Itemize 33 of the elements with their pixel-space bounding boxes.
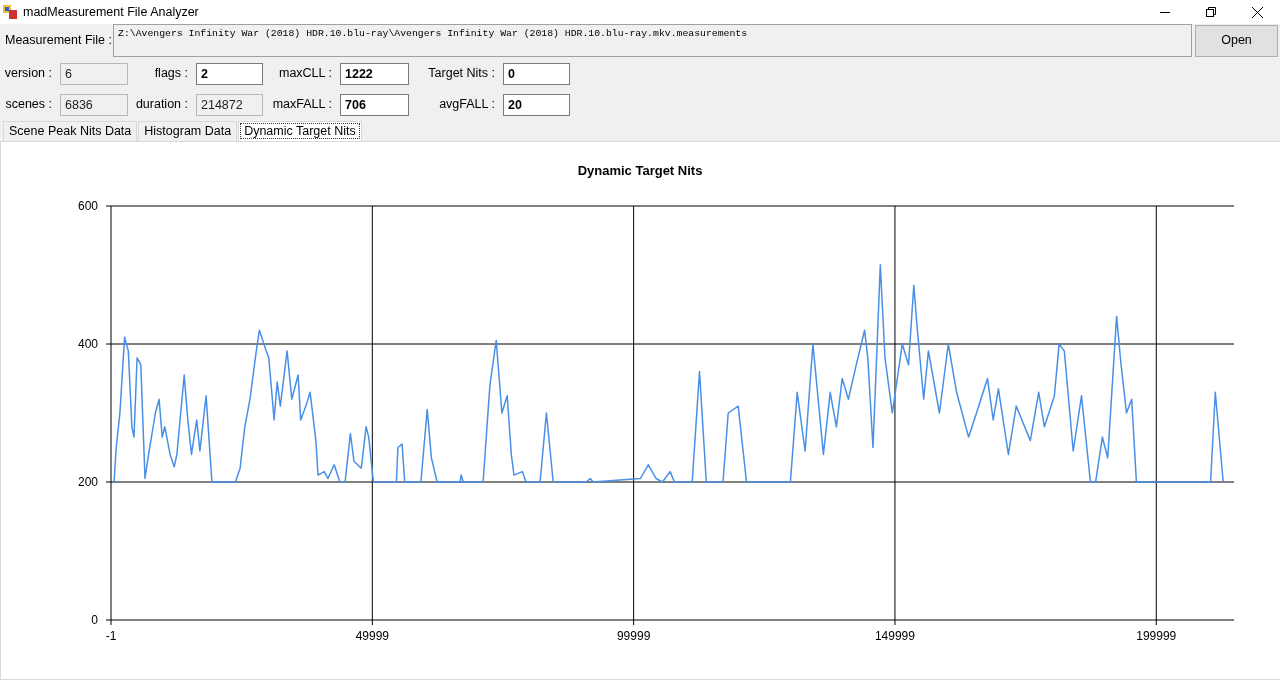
- tab[interactable]: Histogram Data: [138, 121, 238, 141]
- field-label: Measurement File :: [4, 32, 113, 50]
- restore-icon: [1206, 7, 1216, 17]
- chart-title: Dynamic Target Nits: [577, 163, 703, 178]
- close-icon: [1251, 6, 1263, 18]
- field-label: Target Nits :: [427, 65, 496, 83]
- field-label: version :: [3, 65, 53, 83]
- file-path-field[interactable]: Z:\Avengers Infinity War (2018) HDR.10.blu-ray\Avengers Infinity War (2018) HDR.10.blu-ray.mkv.measurements: [113, 24, 1192, 57]
- field-label: avgFALL :: [438, 96, 496, 114]
- value-field[interactable]: 706: [340, 93, 409, 116]
- axis-label: -1: [105, 629, 117, 643]
- field-label: flags :: [153, 65, 189, 83]
- window-title: madMeasurement File Analyzer: [23, 3, 199, 21]
- axis-label: 200: [77, 475, 98, 489]
- axis-label: 149999: [874, 629, 915, 643]
- app-icon: [3, 5, 17, 19]
- field-label: maxFALL :: [271, 96, 333, 114]
- value-field[interactable]: 1222: [340, 62, 409, 85]
- axis-label: 400: [77, 337, 98, 351]
- axis-label: 600: [77, 199, 98, 213]
- value-field[interactable]: 20: [503, 93, 570, 116]
- axis-label: 0: [91, 613, 98, 627]
- value-field[interactable]: 0: [503, 62, 570, 85]
- field-label: maxCLL :: [277, 65, 333, 83]
- axis-label: 49999: [355, 629, 389, 643]
- field-label: scenes :: [4, 96, 53, 114]
- open-button[interactable]: Open: [1195, 24, 1278, 57]
- tab[interactable]: Dynamic Target Nits: [238, 121, 362, 141]
- axis-label: 99999: [616, 629, 651, 643]
- value-field[interactable]: 2: [196, 62, 263, 85]
- axis-label: 199999: [1136, 629, 1177, 643]
- field-label: duration :: [134, 96, 189, 114]
- tab[interactable]: Scene Peak Nits Data: [3, 121, 138, 141]
